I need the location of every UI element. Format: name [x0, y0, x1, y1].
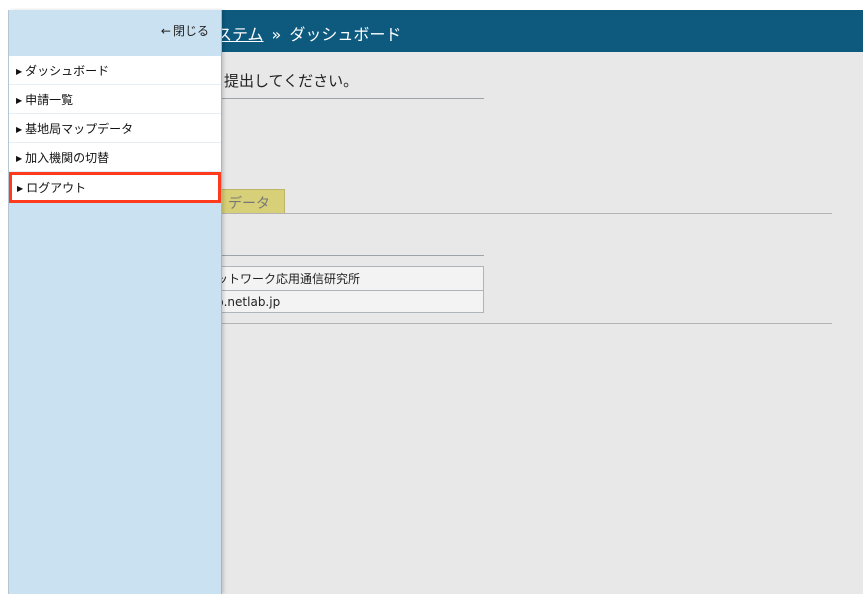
- triangle-right-icon: ▶: [17, 184, 24, 193]
- table-cell: p.netlab.jp: [209, 290, 484, 313]
- table-row: ットワーク応用通信研究所: [209, 266, 484, 291]
- close-label: 閉じる: [172, 24, 209, 38]
- info-table: ットワーク応用通信研究所 p.netlab.jp: [209, 266, 484, 313]
- sidebar-item-label: 基地局マップデータ: [25, 122, 134, 136]
- breadcrumb-separator: »: [271, 25, 282, 44]
- triangle-right-icon: ▶: [16, 154, 23, 163]
- sidebar-item-label: 申請一覧: [25, 93, 74, 107]
- sidebar-item-label: ダッシュボード: [25, 64, 110, 78]
- table-row: p.netlab.jp: [209, 290, 484, 313]
- breadcrumb: ステム » ダッシュボード: [216, 21, 401, 45]
- sidebar-menu: ← 閉じる ▶ ダッシュボード ▶ 申請一覧 ▶ 基地局マップデータ ▶ 加入機関の切替 …: [9, 10, 222, 594]
- tab-divider: [209, 213, 832, 214]
- sidebar-item-label: ログアウト: [26, 181, 87, 195]
- app-frame: ステム » ダッシュボード 、提出してください。 データ ットワーク応用通信研究所 …: [8, 10, 863, 594]
- sidebar-nav: ▶ ダッシュボード ▶ 申請一覧 ▶ 基地局マップデータ ▶ 加入機関の切替 ▶ ログアウ…: [9, 56, 221, 203]
- divider: [209, 323, 832, 324]
- triangle-right-icon: ▶: [16, 67, 23, 76]
- triangle-right-icon: ▶: [16, 125, 23, 134]
- sidebar-item-base-station-map[interactable]: ▶ 基地局マップデータ: [9, 114, 221, 143]
- sidebar-item-switch-organization[interactable]: ▶ 加入機関の切替: [9, 143, 221, 172]
- arrow-left-icon: ←: [160, 24, 171, 38]
- table-cell: ットワーク応用通信研究所: [209, 266, 484, 291]
- sidebar-header: ← 閉じる: [9, 10, 221, 52]
- tab-data[interactable]: データ: [221, 189, 285, 213]
- divider: [209, 255, 484, 256]
- sidebar-item-applications[interactable]: ▶ 申請一覧: [9, 85, 221, 114]
- close-sidebar-button[interactable]: ← 閉じる: [161, 22, 209, 39]
- triangle-right-icon: ▶: [16, 96, 23, 105]
- sidebar-item-dashboard[interactable]: ▶ ダッシュボード: [9, 56, 221, 85]
- sidebar-item-label: 加入機関の切替: [25, 151, 110, 165]
- breadcrumb-system-link[interactable]: ステム: [216, 25, 264, 44]
- notice-text: 、提出してください。: [209, 72, 359, 90]
- divider: [209, 98, 484, 99]
- breadcrumb-current: ダッシュボード: [289, 25, 402, 44]
- sidebar-item-logout[interactable]: ▶ ログアウト: [9, 172, 221, 203]
